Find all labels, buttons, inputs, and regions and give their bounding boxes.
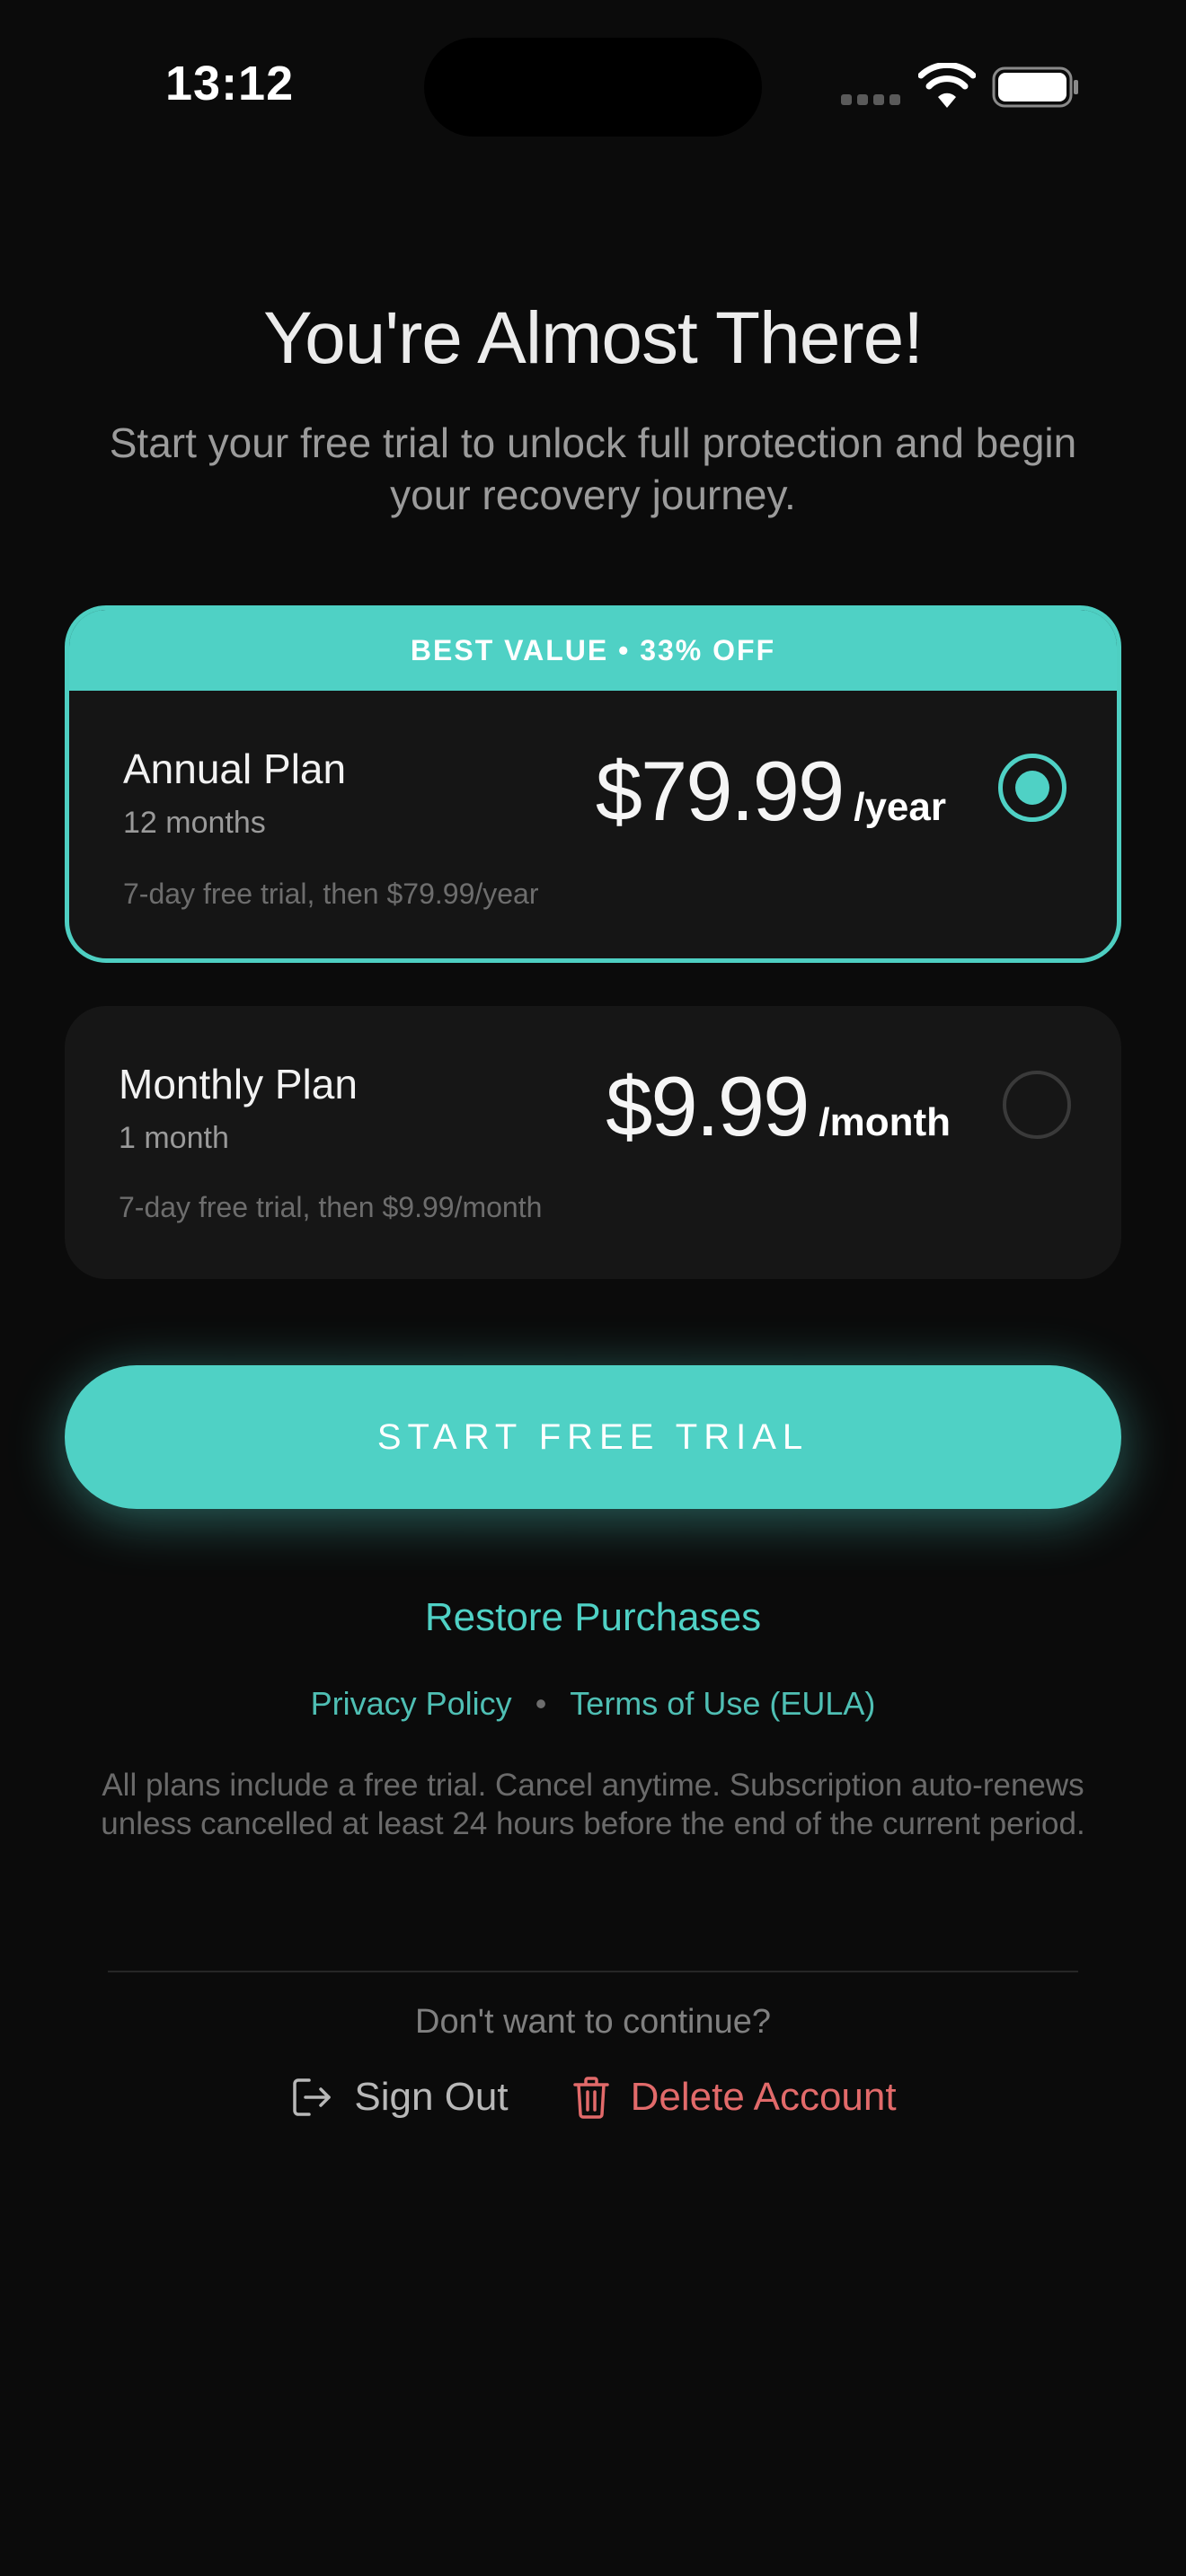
sign-out-label: Sign Out	[354, 2075, 509, 2119]
exit-actions: Sign Out Delete Account	[0, 2075, 1186, 2120]
plan-radio-unselected[interactable]	[1003, 1071, 1071, 1139]
privacy-policy-link[interactable]: Privacy Policy	[311, 1685, 512, 1722]
divider	[108, 1971, 1078, 1972]
restore-purchases-link[interactable]: Restore Purchases	[0, 1595, 1186, 1640]
plan-price-group: $79.99 /year	[596, 743, 946, 840]
page-title: You're Almost There!	[262, 297, 924, 379]
sign-out-button[interactable]: Sign Out	[289, 2075, 509, 2120]
status-time: 13:12	[165, 57, 295, 110]
best-value-badge: BEST VALUE • 33% OFF	[69, 610, 1117, 691]
plan-name: Annual Plan	[123, 745, 347, 792]
cellular-signal-icon	[841, 94, 900, 107]
delete-account-label: Delete Account	[630, 2075, 897, 2119]
wifi-icon	[918, 63, 976, 108]
plan-trial-note: 7-day free trial, then $9.99/month	[119, 1191, 543, 1223]
exit-prompt: Don't want to continue?	[415, 2003, 771, 2041]
delete-account-button[interactable]: Delete Account	[571, 2075, 897, 2120]
legal-links: Privacy Policy • Terms of Use (EULA)	[0, 1685, 1186, 1723]
monthly-plan-card[interactable]: Monthly Plan 1 month 7-day free trial, t…	[65, 1006, 1121, 1279]
plan-period: /month	[819, 1100, 951, 1144]
plan-duration: 1 month	[119, 1121, 229, 1155]
sign-out-icon	[293, 2078, 332, 2116]
start-free-trial-button[interactable]: START FREE TRIAL	[65, 1365, 1121, 1509]
trash-icon	[572, 2077, 609, 2119]
dynamic-island	[424, 38, 762, 137]
plan-price: $79.99	[595, 744, 845, 838]
subscription-disclaimer: All plans include a free trial. Cancel a…	[101, 1768, 1085, 1841]
plan-price: $9.99	[606, 1059, 810, 1153]
plan-name: Monthly Plan	[119, 1061, 358, 1107]
annual-plan-card[interactable]: BEST VALUE • 33% OFF Annual Plan 12 mont…	[65, 605, 1121, 963]
terms-of-use-link[interactable]: Terms of Use (EULA)	[570, 1685, 875, 1722]
plan-radio-selected[interactable]	[998, 754, 1067, 822]
plan-trial-note: 7-day free trial, then $79.99/year	[123, 878, 539, 910]
plan-price-group: $9.99 /month	[606, 1058, 951, 1155]
plan-duration: 12 months	[123, 806, 266, 840]
link-separator: •	[535, 1685, 547, 1722]
page-subtitle: Start your free trial to unlock full pro…	[109, 419, 1077, 518]
plan-period: /year	[854, 785, 946, 829]
battery-icon	[992, 66, 1078, 108]
